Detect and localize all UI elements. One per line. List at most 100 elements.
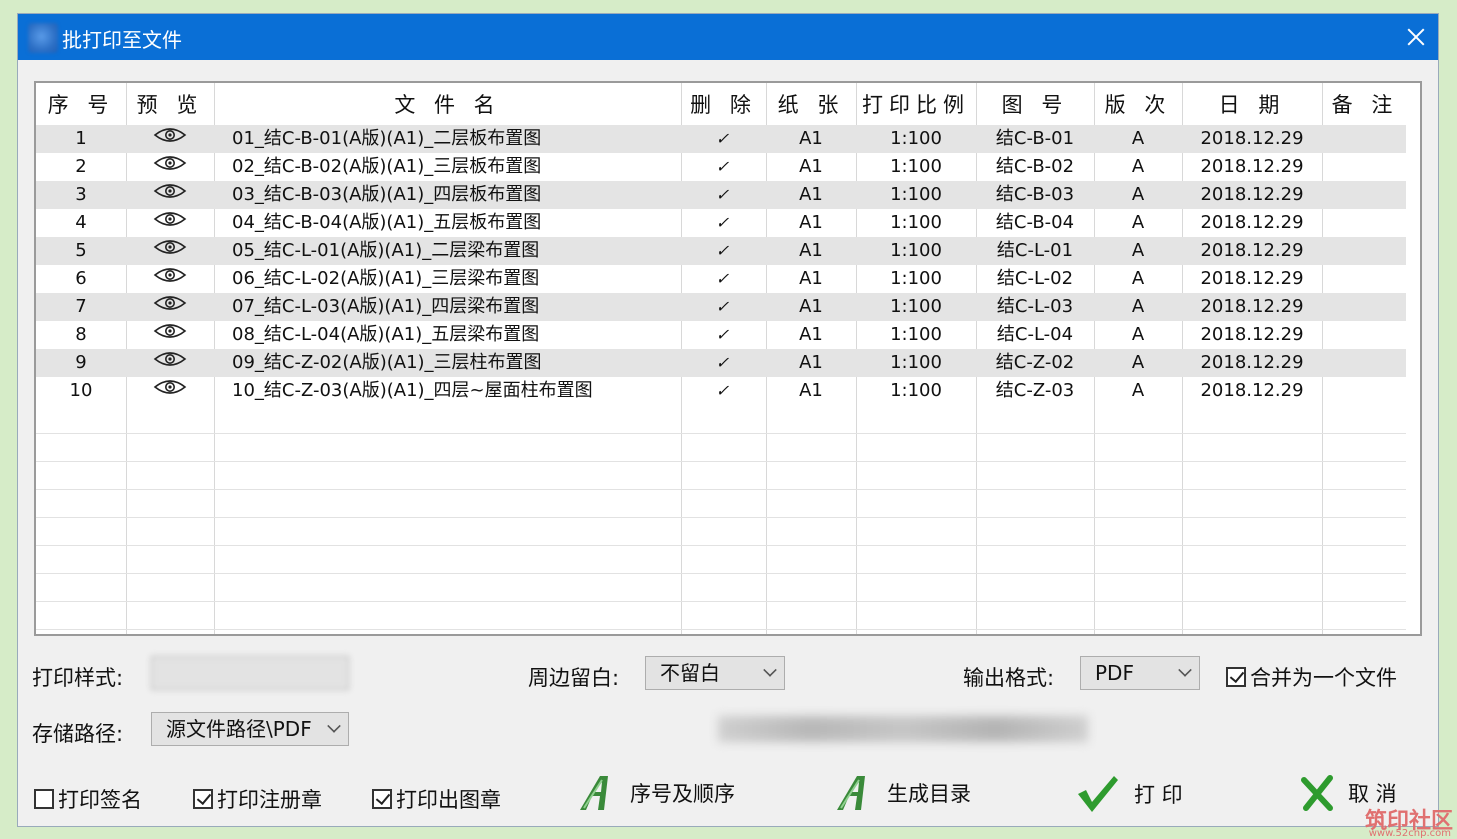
eye-icon[interactable] <box>153 321 187 349</box>
delete-check-icon[interactable]: ✓ <box>713 181 734 209</box>
column-header[interactable]: 版 次 <box>1094 83 1182 125</box>
row-number-cell: 8 <box>75 324 87 345</box>
catalog-button-label: 生成目录 <box>887 782 971 806</box>
preview-cell[interactable] <box>126 377 214 405</box>
table-row[interactable]: 7 07_结C-L-03(A版)(A1)_四层梁布置图 ✓ A1 1:100 结C-L-0… <box>36 293 1406 321</box>
order-button[interactable]: 序号及顺序 <box>578 774 735 812</box>
print-reg-stamp-checkbox[interactable]: 打印注册章 <box>193 784 322 814</box>
column-header[interactable]: 打印比例 <box>856 83 976 125</box>
empty-row <box>36 461 1406 490</box>
preview-cell[interactable] <box>126 293 214 321</box>
note-cell <box>1322 321 1408 349</box>
paper-cell: A1 <box>799 352 823 373</box>
table-row[interactable]: 3 03_结C-B-03(A版)(A1)_四层板布置图 ✓ A1 1:100 结C-B-0… <box>36 181 1406 209</box>
table-row[interactable]: 1 01_结C-B-01(A版)(A1)_二层板布置图 ✓ A1 1:100 结C-B-0… <box>36 125 1406 153</box>
note-cell <box>1322 209 1408 237</box>
version-cell: A <box>1131 268 1145 289</box>
catalog-button[interactable]: 生成目录 <box>835 774 971 812</box>
preview-cell[interactable] <box>126 153 214 181</box>
delete-check-icon[interactable]: ✓ <box>713 237 734 265</box>
drawing-number-cell: 结C-L-02 <box>996 268 1074 289</box>
delete-cell[interactable]: ✓ <box>681 181 766 209</box>
column-header[interactable]: 删 除 <box>681 83 766 125</box>
table-row[interactable]: 4 04_结C-B-04(A版)(A1)_五层板布置图 ✓ A1 1:100 结C-B-0… <box>36 209 1406 237</box>
delete-cell[interactable]: ✓ <box>681 293 766 321</box>
batch-print-dialog: 批打印至文件 序 号预 览文 件 名删 除纸 张打印比例图 号版 次日 期备 注… <box>18 14 1438 826</box>
delete-check-icon[interactable]: ✓ <box>713 153 734 181</box>
close-button[interactable] <box>1392 14 1438 60</box>
delete-cell[interactable]: ✓ <box>681 265 766 293</box>
table-row[interactable]: 10 10_结C-Z-03(A版)(A1)_四层~屋面柱布置图 ✓ A1 1:100 结C… <box>36 377 1406 405</box>
eye-icon[interactable] <box>153 237 187 265</box>
delete-cell[interactable]: ✓ <box>681 377 766 405</box>
delete-check-icon[interactable]: ✓ <box>713 321 734 349</box>
order-button-label: 序号及顺序 <box>630 782 735 806</box>
eye-icon[interactable] <box>153 293 187 321</box>
version-cell: A <box>1131 156 1145 177</box>
column-header[interactable]: 预 览 <box>126 83 214 125</box>
delete-cell[interactable]: ✓ <box>681 349 766 377</box>
print-button[interactable]: 打 印 <box>1076 774 1183 814</box>
row-number-cell: 1 <box>75 128 87 149</box>
delete-check-icon[interactable]: ✓ <box>713 377 734 405</box>
chevron-down-icon <box>763 663 777 677</box>
close-x-icon <box>1301 775 1333 811</box>
delete-check-icon[interactable]: ✓ <box>713 265 734 293</box>
preview-cell[interactable] <box>126 237 214 265</box>
drawing-number-cell: 结C-B-03 <box>995 184 1075 205</box>
eye-icon[interactable] <box>153 181 187 209</box>
margin-select[interactable]: 不留白 <box>645 656 785 690</box>
version-cell: A <box>1131 296 1145 317</box>
print-sign-label: 打印签名 <box>58 788 142 812</box>
margin-label: 周边留白: <box>528 666 620 690</box>
output-format-select[interactable]: PDF <box>1080 656 1200 690</box>
eye-icon[interactable] <box>153 125 187 153</box>
delete-cell[interactable]: ✓ <box>681 237 766 265</box>
eye-icon[interactable] <box>153 153 187 181</box>
delete-cell[interactable]: ✓ <box>681 209 766 237</box>
scale-cell: 1:100 <box>890 128 942 149</box>
preview-cell[interactable] <box>126 209 214 237</box>
merge-checkbox[interactable]: 合并为一个文件 <box>1226 662 1397 692</box>
table-row[interactable]: 6 06_结C-L-02(A版)(A1)_三层梁布置图 ✓ A1 1:100 结C-L-0… <box>36 265 1406 293</box>
column-header[interactable]: 日 期 <box>1182 83 1322 125</box>
delete-check-icon[interactable]: ✓ <box>713 125 734 153</box>
column-header[interactable]: 文 件 名 <box>214 83 681 125</box>
checkbox-checked-icon <box>1226 667 1246 687</box>
preview-cell[interactable] <box>126 265 214 293</box>
eye-icon[interactable] <box>153 209 187 237</box>
delete-cell[interactable]: ✓ <box>681 321 766 349</box>
filename-cell: 09_结C-Z-02(A版)(A1)_三层柱布置图 <box>232 352 542 373</box>
column-header[interactable]: 序 号 <box>36 83 126 125</box>
table-row[interactable]: 5 05_结C-L-01(A版)(A1)_二层梁布置图 ✓ A1 1:100 结C-L-0… <box>36 237 1406 265</box>
table-row[interactable]: 8 08_结C-L-04(A版)(A1)_五层梁布置图 ✓ A1 1:100 结C-L-0… <box>36 321 1406 349</box>
column-header[interactable]: 纸 张 <box>766 83 856 125</box>
date-cell: 2018.12.29 <box>1200 268 1304 289</box>
drawing-number-cell: 结C-B-02 <box>995 156 1075 177</box>
delete-cell[interactable]: ✓ <box>681 125 766 153</box>
date-cell: 2018.12.29 <box>1200 128 1304 149</box>
preview-cell[interactable] <box>126 349 214 377</box>
eye-icon[interactable] <box>153 265 187 293</box>
preview-cell[interactable] <box>126 321 214 349</box>
preview-cell[interactable] <box>126 125 214 153</box>
note-cell <box>1322 349 1408 377</box>
table-row[interactable]: 2 02_结C-B-02(A版)(A1)_三层板布置图 ✓ A1 1:100 结C-B-0… <box>36 153 1406 181</box>
print-out-stamp-checkbox[interactable]: 打印出图章 <box>372 784 501 814</box>
column-header[interactable]: 备 注 <box>1322 83 1408 125</box>
scale-cell: 1:100 <box>890 380 942 401</box>
delete-check-icon[interactable]: ✓ <box>713 293 734 321</box>
print-sign-checkbox[interactable]: 打印签名 <box>34 784 142 814</box>
delete-check-icon[interactable]: ✓ <box>713 209 734 237</box>
empty-row <box>36 489 1406 518</box>
column-header[interactable]: 图 号 <box>976 83 1094 125</box>
scale-cell: 1:100 <box>890 352 942 373</box>
eye-icon[interactable] <box>153 377 187 405</box>
delete-check-icon[interactable]: ✓ <box>713 349 734 377</box>
preview-cell[interactable] <box>126 181 214 209</box>
delete-cell[interactable]: ✓ <box>681 153 766 181</box>
eye-icon[interactable] <box>153 349 187 377</box>
table-row[interactable]: 9 09_结C-Z-02(A版)(A1)_三层柱布置图 ✓ A1 1:100 结C-Z-0… <box>36 349 1406 377</box>
save-path-select[interactable]: 源文件路径\PDF <box>151 712 349 746</box>
print-style-select[interactable] <box>151 656 349 690</box>
